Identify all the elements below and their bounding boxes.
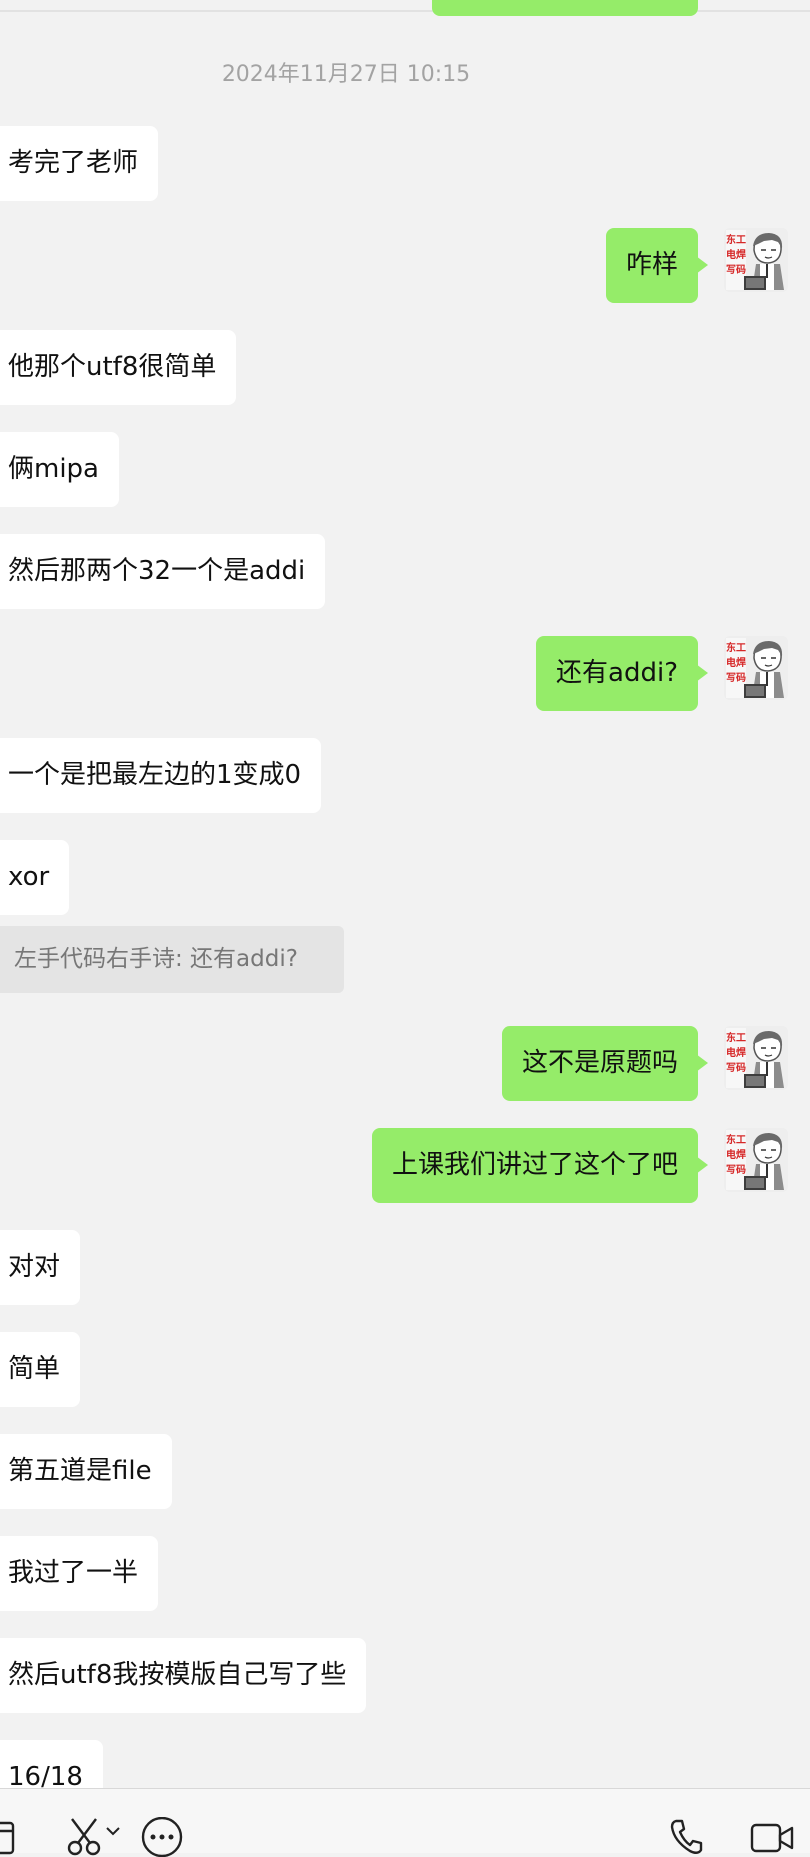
svg-text:东工: 东工	[726, 641, 746, 654]
svg-text:写码: 写码	[726, 1164, 746, 1176]
incoming-message[interactable]: 第五道是file	[0, 1434, 172, 1509]
incoming-message[interactable]: 对对	[0, 1230, 81, 1305]
chat-input-toolbar	[0, 1788, 810, 1857]
incoming-message[interactable]: 我过了一半	[0, 1536, 159, 1611]
svg-text:写码: 写码	[726, 264, 746, 276]
message-timestamp: 2024年11月27日 10:15	[221, 62, 471, 87]
incoming-message[interactable]: 一个是把最左边的1变成0	[0, 738, 322, 813]
previous-message-bubble-edge[interactable]	[432, 0, 698, 16]
outgoing-message[interactable]: 上课我们讲过了这个了吧	[371, 1128, 709, 1203]
outgoing-message[interactable]: 还有addi?	[536, 636, 708, 711]
video-camera-icon[interactable]	[750, 1817, 794, 1857]
phone-icon[interactable]	[668, 1817, 704, 1857]
incoming-message[interactable]: 简单	[0, 1332, 81, 1407]
svg-text:东工: 东工	[726, 1031, 746, 1044]
incoming-message[interactable]: xor	[0, 840, 70, 915]
incoming-message[interactable]: 考完了老师	[0, 126, 159, 201]
svg-text:电焊: 电焊	[726, 1148, 746, 1161]
scissors-icon[interactable]	[64, 1817, 104, 1857]
svg-text:写码: 写码	[726, 672, 746, 684]
incoming-message[interactable]: 他那个utf8很简单	[0, 330, 237, 405]
svg-text:写码: 写码	[726, 1062, 746, 1074]
chevron-down-icon[interactable]	[106, 1827, 120, 1837]
user-avatar[interactable]: 东工 电焊 写码	[724, 1026, 788, 1090]
outgoing-message[interactable]: 这不是原题吗	[501, 1026, 709, 1101]
chat-bubble-more-icon[interactable]	[140, 1817, 184, 1857]
incoming-message[interactable]: 俩mipa	[0, 432, 119, 507]
svg-text:电焊: 电焊	[726, 248, 746, 261]
incoming-message[interactable]: 然后那两个32一个是addi	[0, 534, 326, 609]
sidebar-icon[interactable]	[0, 1817, 16, 1857]
user-avatar[interactable]: 东工 电焊 写码	[724, 636, 788, 700]
svg-text:东工: 东工	[726, 1133, 746, 1146]
incoming-message[interactable]: 然后utf8我按模版自己写了些	[0, 1638, 367, 1713]
outgoing-message[interactable]: 咋样	[605, 228, 709, 303]
svg-text:电焊: 电焊	[726, 1046, 746, 1059]
user-avatar[interactable]: 东工 电焊 写码	[724, 1128, 788, 1192]
svg-text:电焊: 电焊	[726, 656, 746, 669]
quoted-reply[interactable]: 左手代码右手诗: 还有addi?	[0, 926, 344, 993]
user-avatar[interactable]: 东工 电焊 写码	[724, 228, 788, 292]
svg-text:东工: 东工	[726, 233, 746, 246]
